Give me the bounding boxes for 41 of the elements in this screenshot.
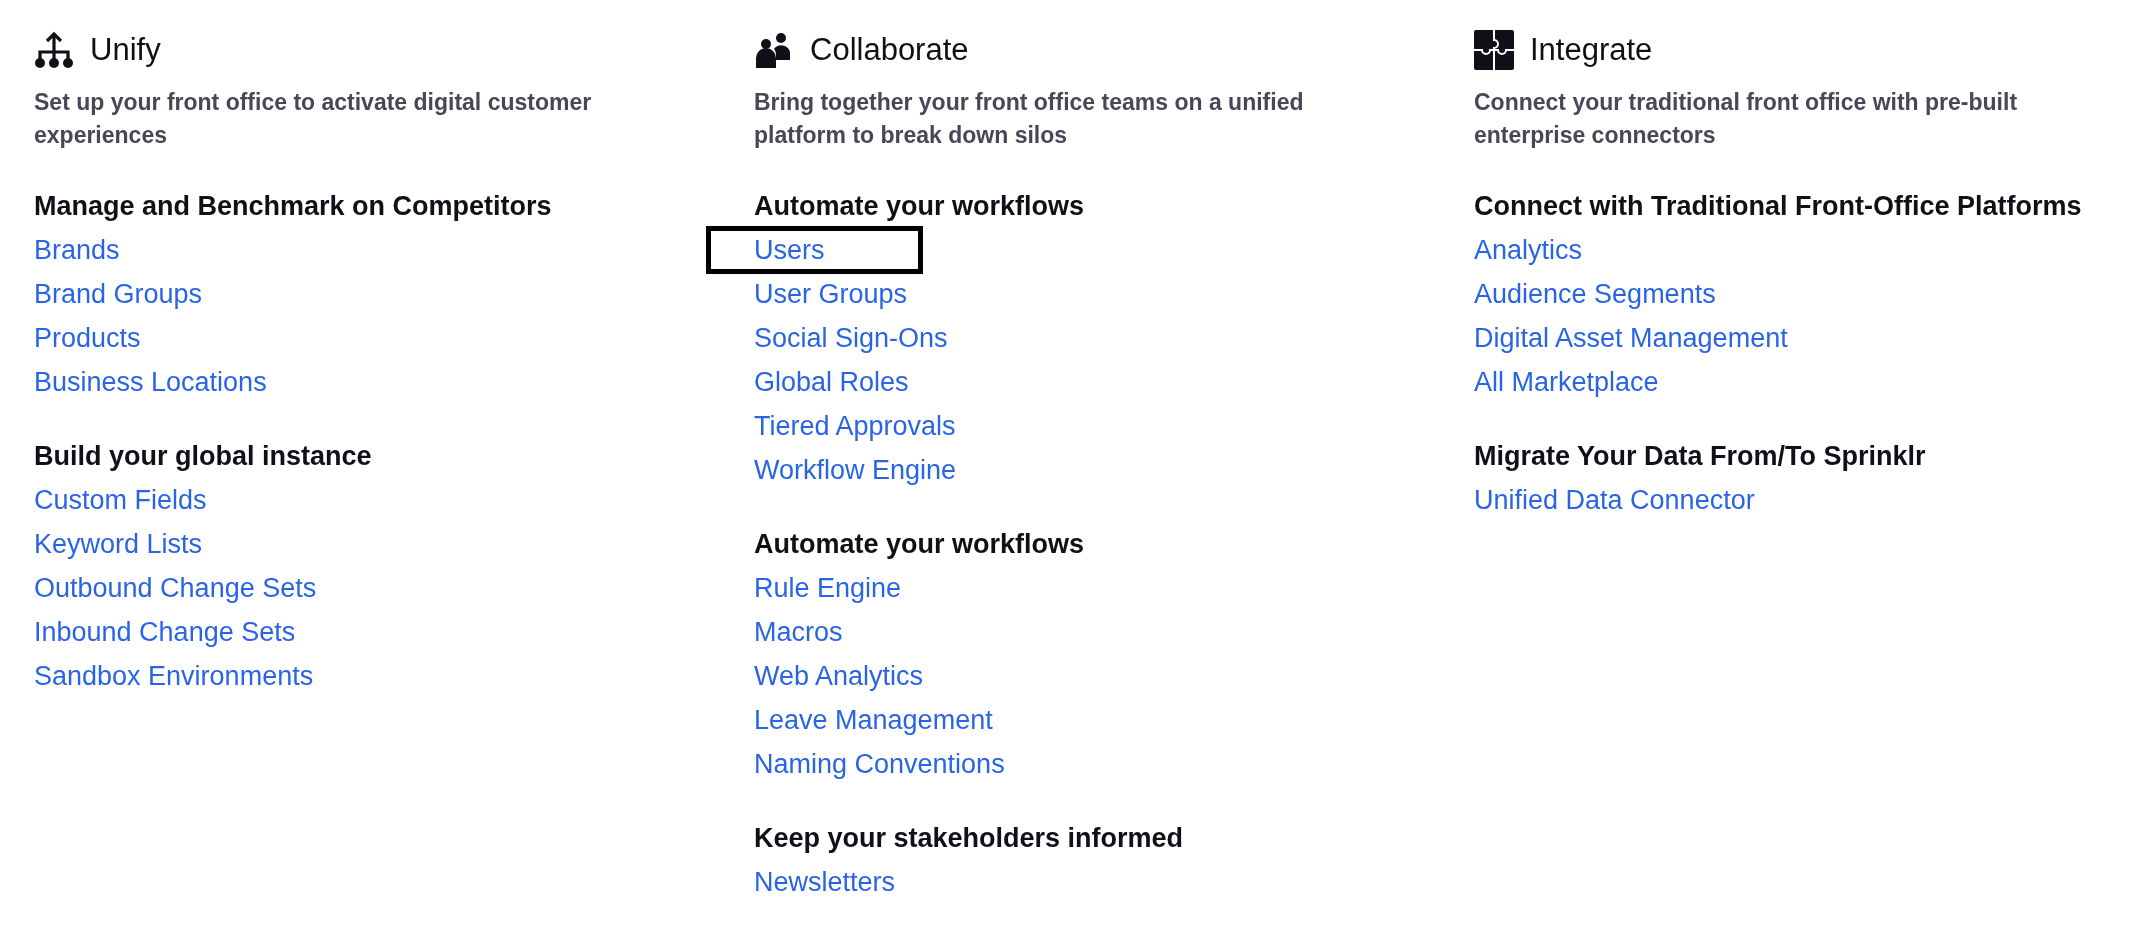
column-description: Bring together your front office teams on a unified platform to break down silos <box>754 88 1305 150</box>
column-description: Set up your front office to activate digital customer experiences <box>34 88 593 150</box>
nav-link[interactable]: Business Locations <box>34 366 267 398</box>
nav-link[interactable]: All Marketplace <box>1474 366 1659 398</box>
section-heading: Keep your stakeholders informed <box>754 822 1185 855</box>
nav-link[interactable]: Tiered Approvals <box>754 410 956 442</box>
nav-link[interactable]: Macros <box>754 616 843 648</box>
hierarchy-icon <box>34 30 74 70</box>
nav-link[interactable]: Products <box>34 322 141 354</box>
nav-link[interactable]: Outbound Change Sets <box>34 572 317 604</box>
section-heading: Migrate Your Data From/To Sprinklr <box>1474 440 1927 473</box>
puzzle-icon <box>1474 30 1514 70</box>
nav-link[interactable]: Leave Management <box>754 704 993 736</box>
nav-link[interactable]: User Groups <box>754 278 908 310</box>
nav-link[interactable]: Sandbox Environments <box>34 660 314 692</box>
nav-link[interactable]: Unified Data Connector <box>1474 484 1755 516</box>
nav-link[interactable]: Rule Engine <box>754 572 902 604</box>
nav-link[interactable]: Workflow Engine <box>754 454 957 486</box>
section-heading: Automate your workflows <box>754 528 1086 561</box>
nav-link[interactable]: Global Roles <box>754 366 909 398</box>
nav-link[interactable]: Social Sign-Ons <box>754 322 948 354</box>
column-title: Collaborate <box>810 32 969 68</box>
nav-link[interactable]: Brands <box>34 234 120 266</box>
nav-link[interactable]: Inbound Change Sets <box>34 616 296 648</box>
nav-link[interactable]: Newsletters <box>754 866 896 898</box>
nav-link[interactable]: Users <box>754 234 825 266</box>
column-title: Unify <box>90 32 161 68</box>
nav-link[interactable]: Brand Groups <box>34 278 203 310</box>
nav-link[interactable]: Audience Segments <box>1474 278 1716 310</box>
column-title: Integrate <box>1530 32 1653 68</box>
section-heading: Connect with Traditional Front-Office Platforms <box>1474 190 2083 223</box>
section-heading: Build your global instance <box>34 440 373 473</box>
column-description: Connect your traditional front office with pre-built enterprise connectors <box>1474 88 2019 150</box>
nav-link[interactable]: Keyword Lists <box>34 528 203 560</box>
section-heading: Manage and Benchmark on Competitors <box>34 190 553 223</box>
nav-link[interactable]: Custom Fields <box>34 484 207 516</box>
nav-link[interactable]: Naming Conventions <box>754 748 1005 780</box>
section-heading: Automate your workflows <box>754 190 1086 223</box>
nav-link[interactable]: Digital Asset Management <box>1474 322 1788 354</box>
nav-link[interactable]: Analytics <box>1474 234 1583 266</box>
nav-link[interactable]: Web Analytics <box>754 660 924 692</box>
